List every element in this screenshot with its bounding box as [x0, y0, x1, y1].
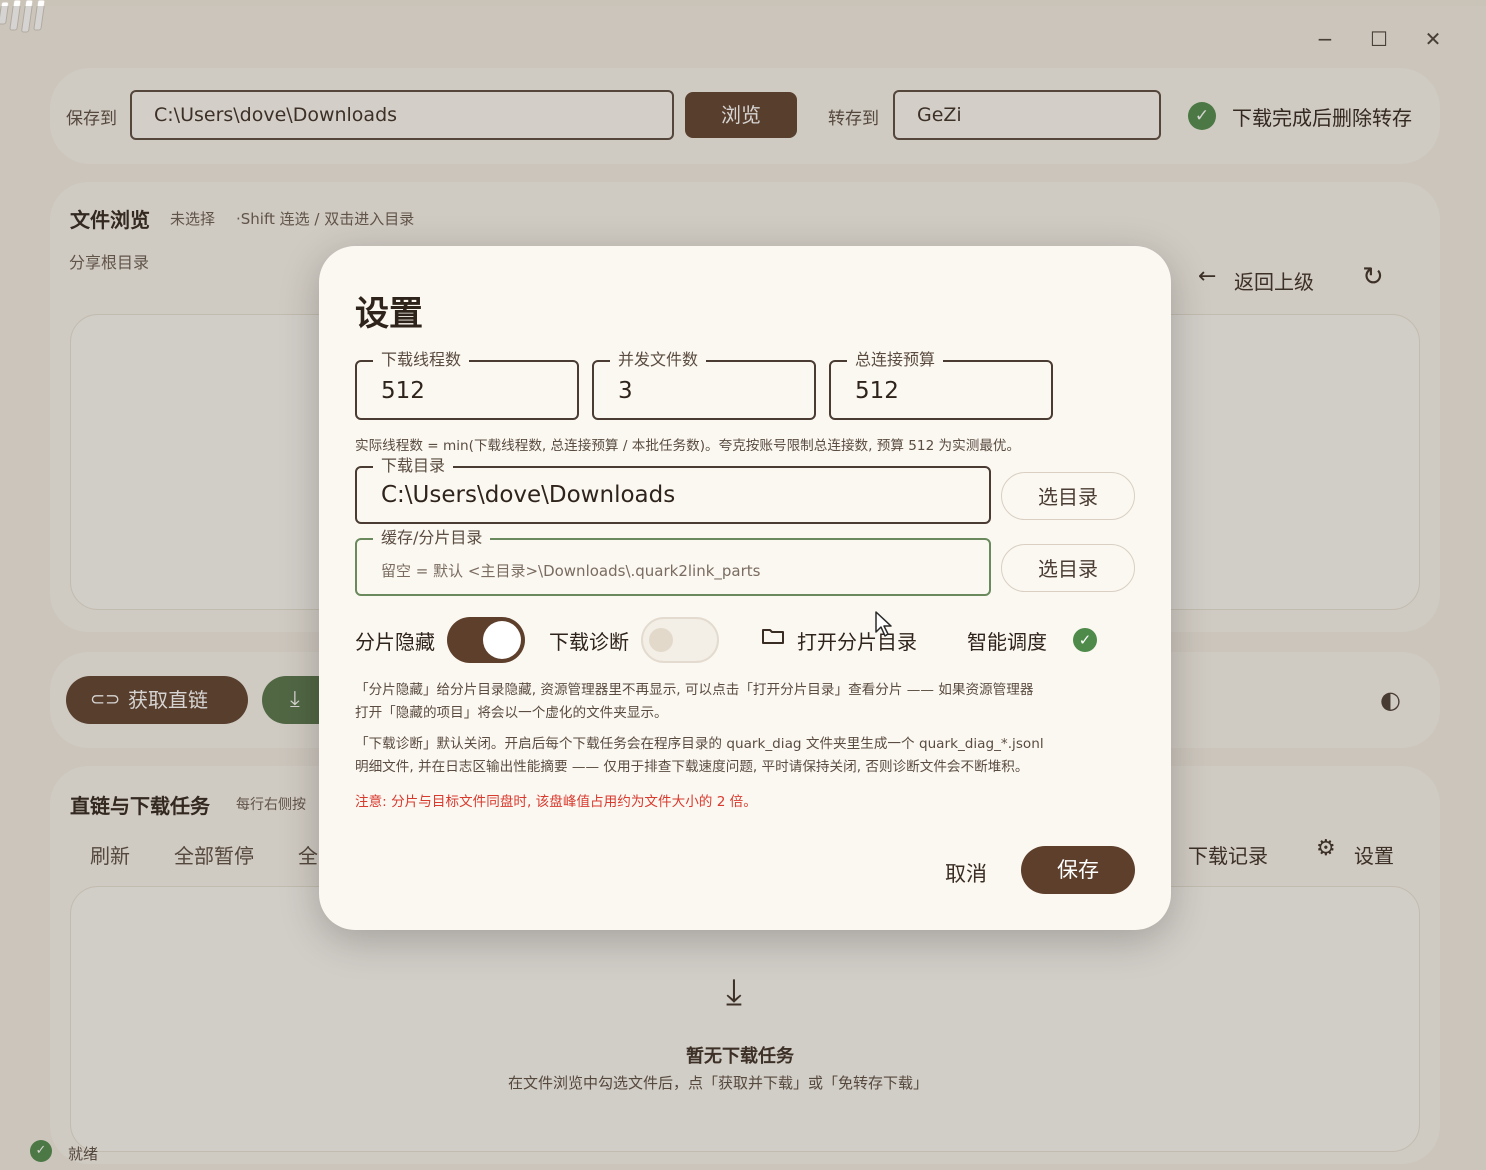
disk-warning: 注意: 分片与目标文件同盘时, 该盘峰值占用约为文件大小的 2 倍。 [355, 794, 757, 810]
settings-dialog: 设置 下载线程数 512 并发文件数 3 总连接预算 512 实际线程数 = m… [319, 246, 1171, 930]
cache-dir-browse-button[interactable]: 选目录 [1001, 544, 1135, 592]
concurrent-files-field[interactable]: 并发文件数 3 [592, 349, 816, 420]
threads-value[interactable]: 512 [381, 378, 425, 404]
diagnostics-knob [649, 628, 673, 652]
cache-dir-label: 缓存/分片目录 [373, 527, 491, 549]
open-parts-dir-button[interactable]: 打开分片目录 [797, 626, 917, 655]
download-dir-field[interactable]: 下载目录 C:\Users\dove\Downloads [355, 455, 991, 524]
cache-dir-placeholder[interactable]: 留空 = 默认 <主目录>\Downloads\.quark2link_part… [381, 560, 760, 581]
threads-field[interactable]: 下载线程数 512 [355, 349, 579, 420]
hide-parts-note-line-1: 「分片隐藏」给分片目录隐藏, 资源管理器里不再显示, 可以点击「打开分片目录」查… [355, 682, 1034, 698]
total-connections-label: 总连接预算 [847, 349, 944, 371]
diagnostics-note: 「下载诊断」默认关闭。开启后每个下载任务会在程序目录的 quark_diag 文… [355, 733, 1141, 779]
concurrent-files-label: 并发文件数 [610, 349, 707, 371]
formula-hint: 实际线程数 = min(下载线程数, 总连接预算 / 本批任务数)。夸克按账号限… [355, 438, 1021, 454]
diagnostics-toggle[interactable] [641, 617, 719, 663]
cache-dir-field[interactable]: 缓存/分片目录 留空 = 默认 <主目录>\Downloads\.quark2l… [355, 527, 991, 596]
threads-label: 下载线程数 [373, 349, 470, 371]
diagnostics-label: 下载诊断 [549, 630, 629, 654]
hide-parts-toggle[interactable] [447, 617, 525, 663]
save-button[interactable]: 保存 [1021, 846, 1135, 894]
download-dir-label: 下载目录 [373, 455, 454, 477]
smart-schedule-label: 智能调度 [967, 630, 1047, 654]
total-connections-field[interactable]: 总连接预算 512 [829, 349, 1053, 420]
dialog-title: 设置 [355, 294, 423, 334]
diagnostics-note-line-1: 「下载诊断」默认关闭。开启后每个下载任务会在程序目录的 quark_diag 文… [355, 736, 1044, 752]
total-connections-value[interactable]: 512 [855, 378, 899, 404]
hide-parts-note-line-2: 打开「隐藏的项目」将会以一个虚化的文件夹显示。 [355, 705, 668, 721]
cancel-button[interactable]: 取消 [945, 858, 987, 888]
hide-parts-knob [483, 621, 521, 659]
folder-icon [761, 626, 785, 646]
download-dir-browse-button[interactable]: 选目录 [1001, 472, 1135, 520]
hide-parts-note: 「分片隐藏」给分片目录隐藏, 资源管理器里不再显示, 可以点击「打开分片目录」查… [355, 679, 1141, 725]
smart-schedule-checkbox[interactable]: ✓ [1073, 628, 1097, 652]
hide-parts-label: 分片隐藏 [355, 630, 435, 654]
download-dir-value[interactable]: C:\Users\dove\Downloads [381, 482, 675, 508]
mouse-cursor-icon [874, 610, 894, 638]
diagnostics-note-line-2: 明细文件, 并在日志区输出性能摘要 —— 仅用于排查下载速度问题, 平时请保持关… [355, 759, 1029, 775]
concurrent-files-value[interactable]: 3 [618, 378, 633, 404]
